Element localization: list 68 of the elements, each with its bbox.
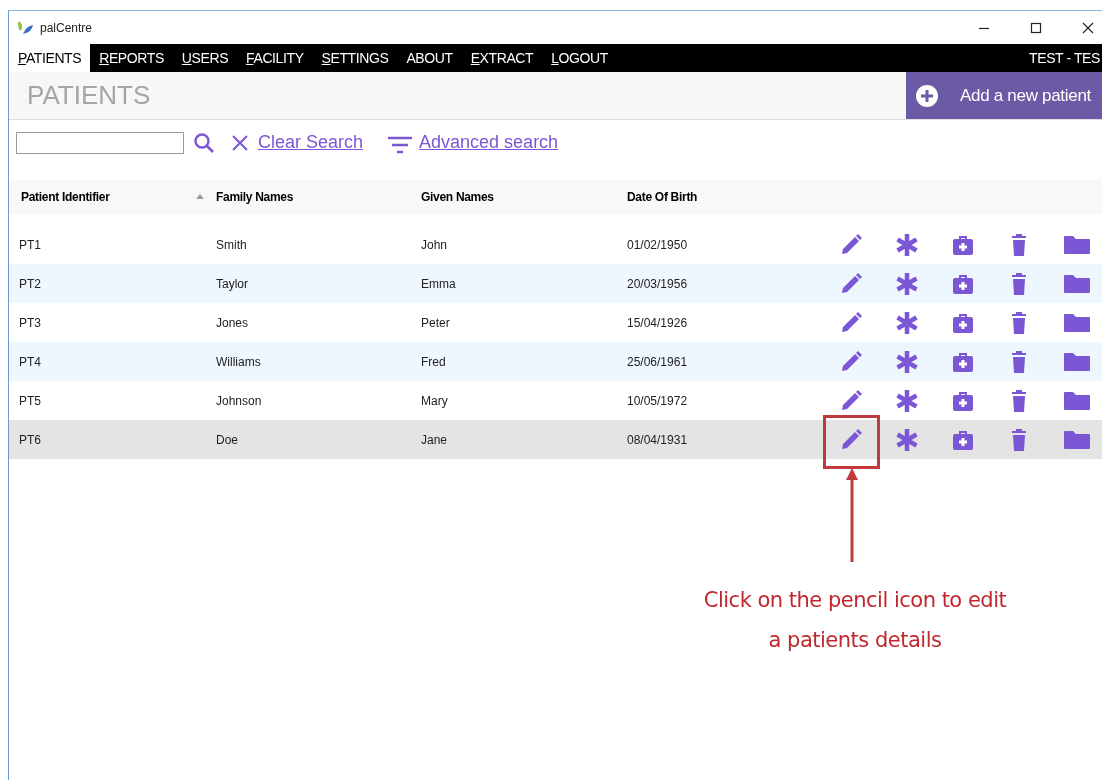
clear-search-link[interactable]: Clear Search — [258, 132, 364, 153]
close-icon[interactable] — [1082, 21, 1094, 34]
asterisk-icon[interactable] — [895, 388, 919, 413]
menu-tab[interactable]: SETTINGS — [312, 44, 398, 72]
menu-tab[interactable]: REPORTS — [90, 44, 173, 72]
column-header[interactable]: Given Names — [421, 190, 627, 204]
table-row[interactable]: PT2 Taylor Emma 20/03/1956 — [9, 264, 1102, 303]
page-title: PATIENTS — [26, 80, 151, 111]
table-cell: PT3 — [19, 315, 41, 330]
table-cell: 20/03/1956 — [627, 276, 688, 291]
asterisk-icon[interactable] — [895, 349, 919, 374]
table-cell: PT6 — [19, 432, 41, 447]
pencil-icon[interactable] — [839, 349, 863, 374]
table-cell: Jane — [421, 432, 448, 447]
table-cell: 10/05/1972 — [627, 393, 688, 408]
table-cell: Smith — [216, 237, 247, 252]
menu-tab[interactable]: FACILITY — [237, 44, 313, 72]
menu-tab[interactable]: USERS — [172, 44, 238, 72]
table-cell: John — [421, 237, 448, 252]
menu-tab[interactable]: PATIENTS — [9, 44, 91, 72]
clear-icon[interactable] — [231, 133, 249, 152]
sort-ascending-icon[interactable] — [196, 193, 204, 199]
table-cell: Mary — [421, 393, 448, 408]
menu-tab[interactable]: EXTRACT — [461, 44, 543, 72]
table-cell: Williams — [216, 354, 261, 369]
window-title: palCentre — [40, 20, 93, 35]
table-row[interactable]: PT6 Doe Jane 08/04/1931 — [9, 420, 1102, 459]
add-patient-button[interactable]: Add a new patient — [906, 72, 1102, 119]
column-header[interactable]: Family Names — [216, 190, 421, 204]
table-cell: 15/04/1926 — [627, 315, 688, 330]
column-header[interactable]: Date Of Birth — [627, 190, 832, 204]
app-logo-icon — [17, 19, 35, 36]
table-cell: Emma — [421, 276, 456, 291]
pencil-icon[interactable] — [839, 427, 863, 452]
pencil-icon[interactable] — [839, 310, 863, 335]
plus-icon — [916, 84, 938, 107]
column-header[interactable]: Patient Identifier — [9, 190, 216, 204]
table-row[interactable]: PT4 Williams Fred 25/06/1961 — [9, 342, 1102, 381]
table-cell: Fred — [421, 354, 446, 369]
annotation-text: Click on the pencil icon to edit a patients details — [702, 587, 1008, 654]
asterisk-icon[interactable] — [895, 271, 919, 296]
pencil-icon[interactable] — [839, 271, 863, 296]
table-cell: PT1 — [19, 237, 41, 252]
pencil-icon[interactable] — [839, 388, 863, 413]
asterisk-icon[interactable] — [895, 427, 919, 452]
table-cell: 08/04/1931 — [627, 432, 688, 447]
filter-icon[interactable] — [387, 134, 414, 155]
highlight-box — [823, 415, 880, 469]
asterisk-icon[interactable] — [895, 232, 919, 257]
asterisk-icon[interactable] — [895, 310, 919, 335]
table-cell: PT2 — [19, 276, 41, 291]
table-cell: Taylor — [216, 276, 248, 291]
table-cell: 25/06/1961 — [627, 354, 688, 369]
advanced-search-link[interactable]: Advanced search — [419, 132, 559, 153]
table-cell: PT4 — [19, 354, 41, 369]
menu-tab[interactable]: ABOUT — [397, 44, 462, 72]
table-cell: Peter — [421, 315, 450, 330]
table-cell: PT5 — [19, 393, 41, 408]
table-cell: Johnson — [216, 393, 262, 408]
menu-tab[interactable]: LOGOUT — [542, 44, 617, 72]
pencil-icon[interactable] — [839, 232, 863, 257]
search-icon[interactable] — [193, 131, 215, 154]
table-cell: Jones — [216, 315, 249, 330]
user-name: TEST - TES — [1029, 50, 1101, 66]
table-cell: 01/02/1950 — [627, 237, 688, 252]
table-cell: Doe — [216, 432, 238, 447]
maximize-icon[interactable] — [1030, 21, 1042, 34]
search-field[interactable] — [16, 131, 184, 154]
